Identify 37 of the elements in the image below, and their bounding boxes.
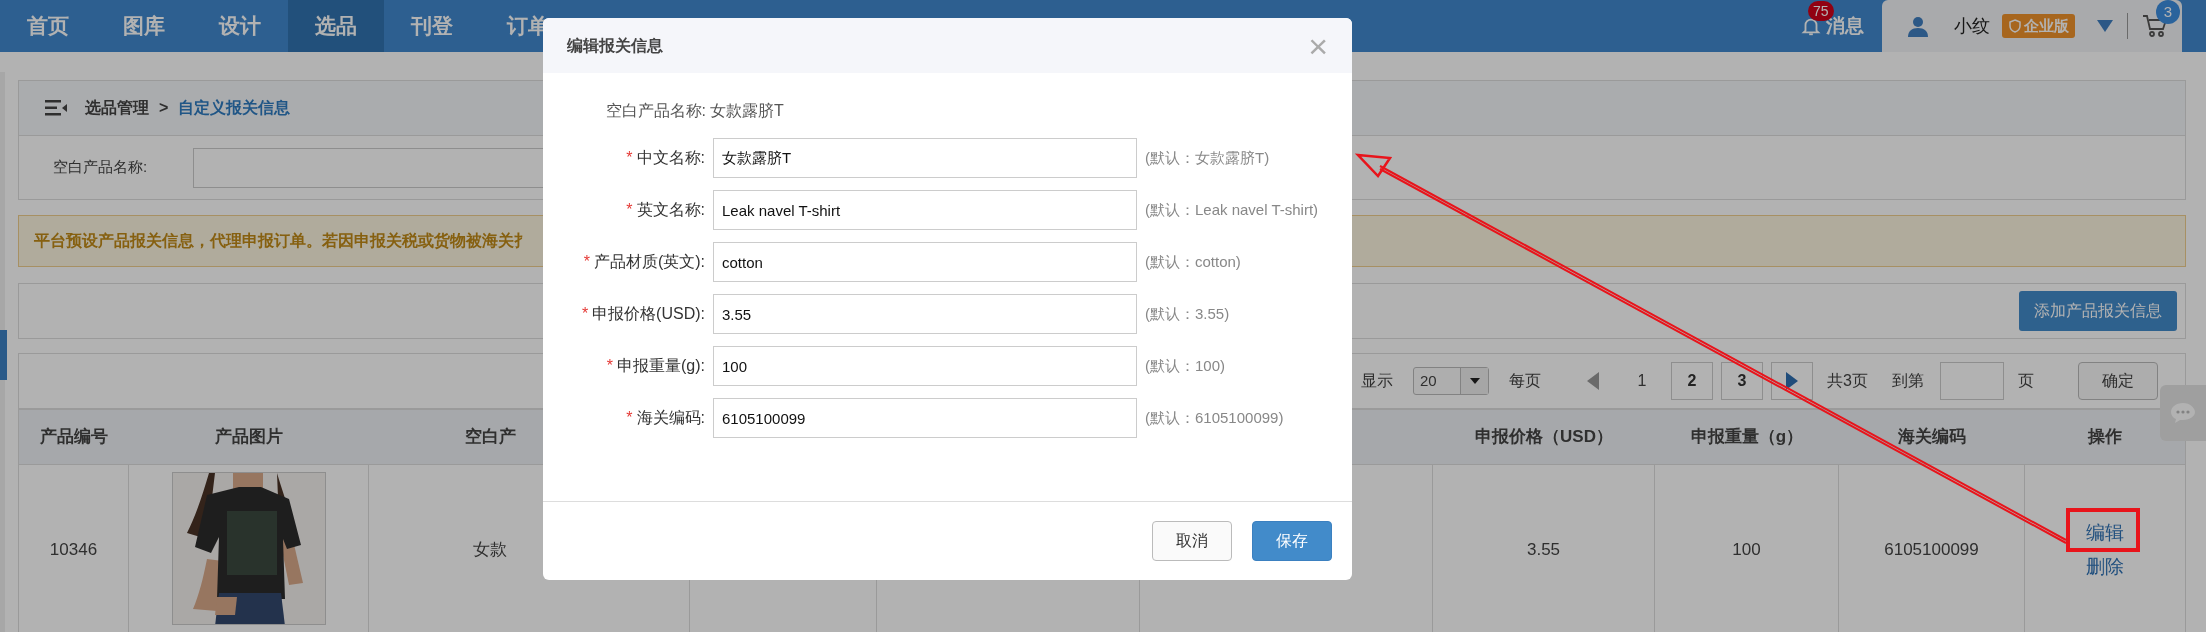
column-header: 申报价格（USD） (1475, 426, 1613, 449)
field-label: 中文名称: (636, 148, 705, 168)
search-label: 空白产品名称: (53, 157, 149, 178)
show-label: 显示 (1361, 371, 1393, 391)
column-header: 产品编号 (40, 426, 108, 449)
page-unit-label: 页 (2017, 371, 2034, 391)
table-cell: 10346 (19, 465, 129, 632)
column-header: 操作 (2088, 426, 2122, 449)
default-hint: (默认：100) (1145, 356, 1227, 376)
field-label: 空白产品名称: (604, 101, 706, 121)
table-cell: 100 (1655, 465, 1839, 632)
breadcrumb-current: 自定义报关信息 (178, 98, 291, 118)
required-mark: * (581, 304, 589, 324)
field-label: 海关编码: (636, 408, 705, 428)
total-pages: 共3页 (1827, 371, 1868, 391)
goto-label: 到第 (1891, 371, 1924, 391)
table-cell: 3.55 (1433, 465, 1655, 632)
count-badge: 3 (2156, 0, 2180, 24)
column-header: 产品图片 (215, 426, 283, 449)
required-mark: * (606, 356, 613, 376)
column-header: 海关编码 (1898, 426, 1966, 449)
default-hint: (默认：女款露脐T) (1145, 148, 1271, 168)
product-name: 女款露脐T (710, 101, 784, 121)
per-page-label: 每页 (1509, 371, 1541, 391)
column-header: 申报重量（g） (1690, 426, 1804, 449)
field-label: 申报重量(g): (617, 356, 705, 376)
field-label: 申报价格(USD): (592, 304, 705, 324)
table-cell-text: 女款 (473, 538, 507, 561)
dialog-title: 编辑报关信息 (567, 35, 663, 56)
default-hint: (默认：6105100099) (1145, 408, 1285, 428)
table-cell: 6105100099 (1839, 465, 2025, 632)
breadcrumb-separator: > (159, 98, 169, 118)
required-mark: * (626, 148, 633, 168)
required-mark: * (626, 408, 633, 428)
edition-label: 企业版 (2024, 15, 2069, 36)
default-hint: (默认：3.55) (1145, 304, 1231, 324)
column-header: 空白产 (465, 426, 516, 449)
